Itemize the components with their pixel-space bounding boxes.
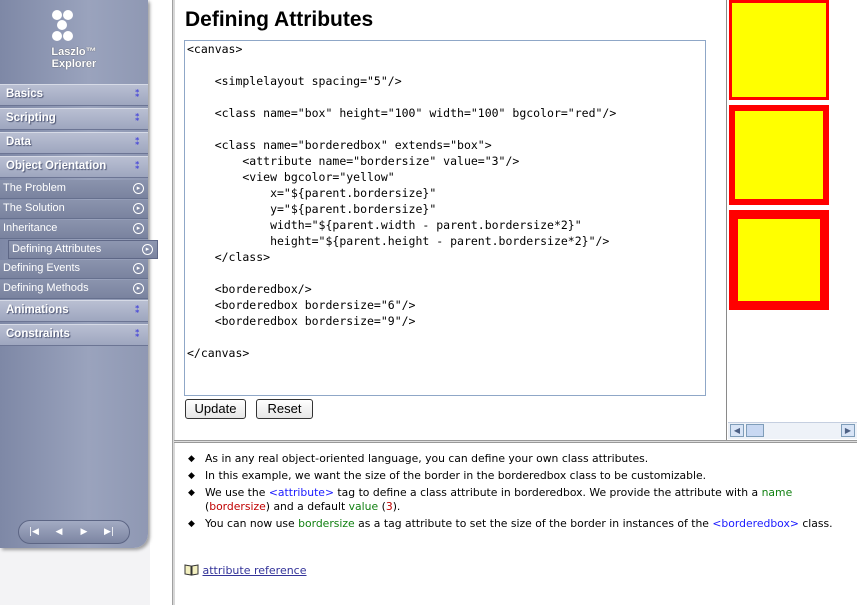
nav-subitem-label: Defining Methods	[3, 282, 89, 294]
sidebar-divider	[172, 0, 175, 605]
note-text: tag to define a class attribute in borde…	[334, 486, 762, 499]
borderedbox-2	[729, 105, 829, 205]
nav-item-scripting[interactable]: Scripting ⁑	[0, 108, 148, 130]
logo-line-2: Explorer	[51, 58, 97, 70]
nav-subitem-the-solution[interactable]: The Solution ▸	[0, 200, 148, 219]
expand-arrow-icon: ⁑	[134, 161, 140, 172]
go-circle-icon: ▸	[142, 244, 153, 255]
last-icon[interactable]: ▶|	[98, 524, 120, 540]
next-icon[interactable]: ▶	[73, 524, 95, 540]
nav-subitem-label: Defining Attributes	[12, 243, 102, 255]
default-value: 3	[385, 500, 393, 513]
borderedbox-2-inner	[735, 111, 823, 199]
note-text: (	[378, 500, 386, 513]
name-keyword: name	[761, 486, 793, 499]
scroll-left-icon[interactable]: ◀	[730, 424, 744, 437]
borderedbox-1-inner	[732, 3, 826, 97]
nav-item-basics[interactable]: Basics ⁑	[0, 84, 148, 106]
scroll-right-icon[interactable]: ▶	[841, 424, 855, 437]
borderedbox-tag-code: <borderedbox>	[712, 517, 799, 530]
note-text: class.	[798, 517, 833, 530]
nav-subitem-inheritance[interactable]: Inheritance ▸	[0, 220, 148, 239]
bullet-icon: ◆	[188, 454, 195, 464]
bordersize-keyword: bordersize	[298, 517, 355, 530]
nav-item-constraints[interactable]: Constraints ⁑	[0, 324, 148, 346]
first-icon[interactable]: |◀	[23, 524, 45, 540]
nav-subitem-defining-methods[interactable]: Defining Methods ▸	[0, 280, 148, 299]
expand-arrow-icon: ⁑	[134, 89, 140, 100]
reset-button[interactable]: Reset	[256, 399, 313, 419]
nav-item-label: Constraints	[6, 328, 70, 340]
logo-text: Laszlo™ Explorer	[0, 46, 148, 70]
go-circle-icon: ▸	[133, 263, 144, 274]
note-text: As in any real object-oriented language,…	[205, 452, 649, 465]
bullet-icon: ◆	[188, 471, 195, 481]
borderedbox-3-inner	[738, 219, 820, 301]
go-circle-icon: ▸	[133, 203, 144, 214]
explanation-notes: ◆ As in any real object-oriented languag…	[187, 452, 847, 534]
update-button[interactable]: Update	[185, 399, 246, 419]
nav-subitem-label: The Problem	[3, 182, 66, 194]
prev-icon[interactable]: ◀	[48, 524, 70, 540]
note-text: ) and a default	[265, 500, 349, 513]
nav-subitem-defining-events[interactable]: Defining Events ▸	[0, 260, 148, 279]
note-text: ).	[392, 500, 401, 513]
borderedbox-3	[729, 210, 829, 310]
go-circle-icon: ▸	[133, 283, 144, 294]
expand-arrow-icon: ⁑	[134, 329, 140, 340]
bullet-icon: ◆	[188, 488, 195, 498]
nav-item-label: Scripting	[6, 112, 56, 124]
note-text: as a tag attribute to set the size of th…	[354, 517, 713, 530]
code-editor[interactable]: <canvas> <simplelayout spacing="5"/> <cl…	[184, 40, 706, 396]
nav-item-label: Data	[6, 136, 31, 148]
content-divider	[174, 440, 857, 443]
laszlo-explorer-logo: Laszlo™ Explorer	[0, 0, 148, 84]
note-item: ◆ We use the <attribute> tag to define a…	[187, 486, 847, 514]
note-text: We use the	[205, 486, 269, 499]
note-text: You can now use	[205, 517, 299, 530]
value-keyword: value	[348, 500, 379, 513]
preview-horizontal-scrollbar[interactable]: ◀ ▶	[728, 422, 857, 439]
bordersize-keyword: bordersize	[209, 500, 266, 513]
preview-canvas	[726, 0, 857, 440]
borderedbox-1	[729, 0, 829, 100]
scroll-thumb[interactable]	[746, 424, 764, 437]
note-text: In this example, we want the size of the…	[205, 469, 707, 482]
code-text[interactable]: <canvas> <simplelayout spacing="5"/> <cl…	[185, 41, 705, 361]
nav-item-data[interactable]: Data ⁑	[0, 132, 148, 154]
attribute-reference-link[interactable]: attribute reference	[203, 564, 307, 577]
sidebar: Laszlo™ Explorer Basics ⁑ Scripting ⁑ Da…	[0, 0, 158, 605]
nav-subitem-label: Inheritance	[3, 222, 58, 234]
go-circle-icon: ▸	[133, 223, 144, 234]
sidebar-panel: Laszlo™ Explorer Basics ⁑ Scripting ⁑ Da…	[0, 0, 158, 548]
nav-subitem-defining-attributes[interactable]: Defining Attributes ▸	[8, 240, 158, 259]
nav-item-label: Object Orientation	[6, 160, 107, 172]
page-title: Defining Attributes	[185, 8, 374, 31]
nav-item-label: Animations	[6, 304, 69, 316]
navigation-player: |◀ ◀ ▶ ▶|	[18, 520, 130, 544]
nav-item-animations[interactable]: Animations ⁑	[0, 300, 148, 322]
expand-arrow-icon: ⁑	[134, 305, 140, 316]
nav-subitem-the-problem[interactable]: The Problem ▸	[0, 180, 148, 199]
expand-arrow-icon: ⁑	[134, 113, 140, 124]
nav-item-object-orientation[interactable]: Object Orientation ⁑	[0, 156, 148, 178]
note-item: ◆ In this example, we want the size of t…	[187, 469, 847, 483]
logo-line-1: Laszlo™	[51, 46, 97, 58]
book-icon	[184, 563, 199, 576]
expand-arrow-icon: ⁑	[134, 137, 140, 148]
bullet-icon: ◆	[188, 519, 195, 529]
laszlo-logo-icon	[52, 10, 74, 42]
go-circle-icon: ▸	[133, 183, 144, 194]
note-item: ◆ As in any real object-oriented languag…	[187, 452, 847, 466]
note-item: ◆ You can now use bordersize as a tag at…	[187, 517, 847, 531]
attribute-tag-code: <attribute>	[268, 486, 334, 499]
reference-link-row: attribute reference	[184, 561, 307, 577]
nav-subitem-label: Defining Events	[3, 262, 81, 274]
nav-item-label: Basics	[6, 88, 44, 100]
nav-subitem-label: The Solution	[3, 202, 65, 214]
